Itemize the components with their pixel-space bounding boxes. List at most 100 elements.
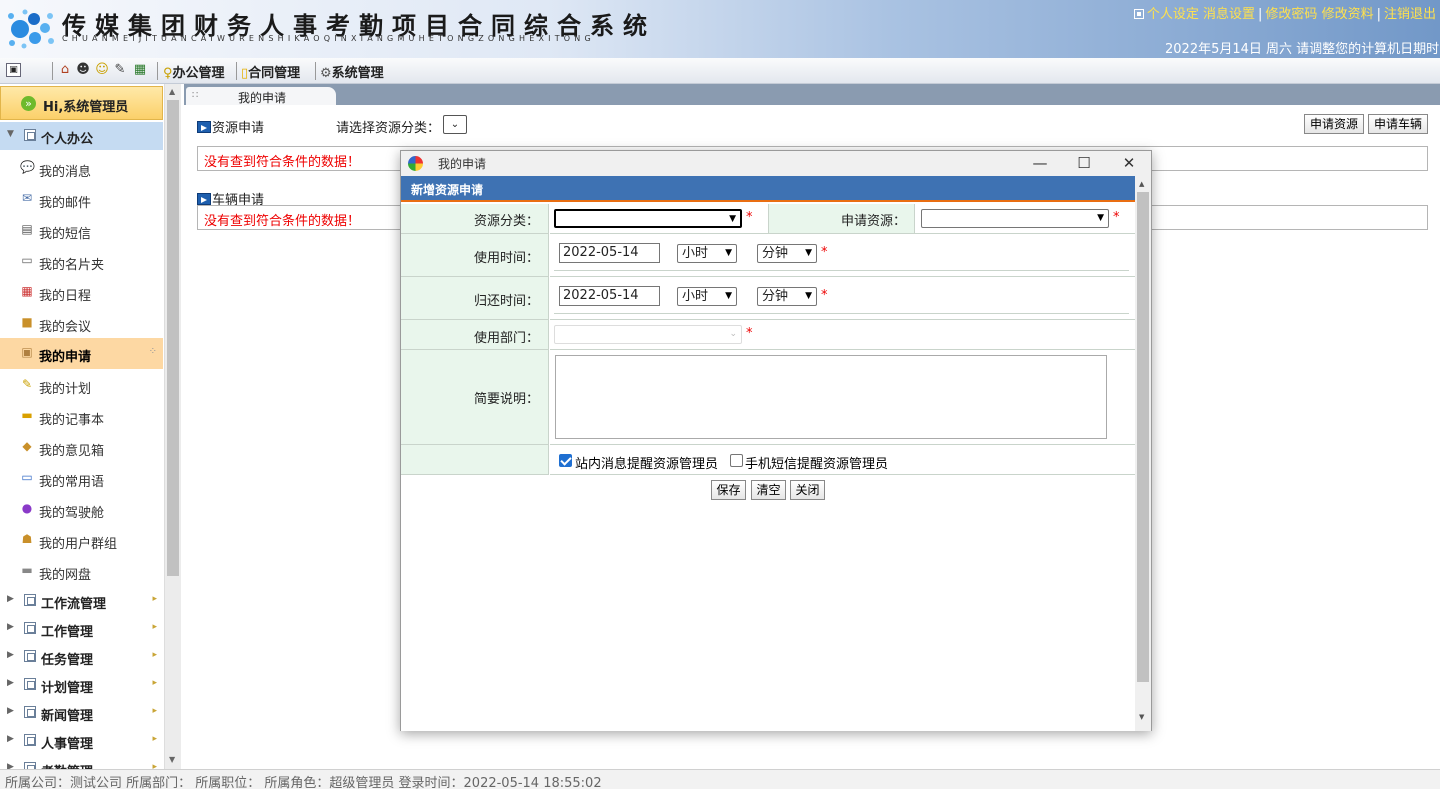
dialog-titlebar[interactable]: 我的申请 — ☐ ✕ <box>401 151 1151 176</box>
section-plan[interactable]: ▶ 计划管理 ▸ <box>0 671 163 699</box>
gear-icon: ⚙ <box>320 66 332 81</box>
sms-icon: ▤ <box>21 222 33 236</box>
clear-button[interactable]: 清空 <box>751 480 786 500</box>
group-icon: ☗ <box>21 532 33 546</box>
sidebar-item-suggestion[interactable]: ◆ 我的意见箱 <box>0 432 163 463</box>
sidebar-item-my-applications[interactable]: ▣ 我的申请 ⁘ <box>0 338 163 369</box>
meeting-icon: ■ <box>21 315 33 329</box>
edit-icon[interactable]: ✎ <box>112 62 128 78</box>
internal-notify-label[interactable]: 站内消息提醒资源管理员 <box>575 453 718 472</box>
section-news[interactable]: ▶ 新闻管理 ▸ <box>0 699 163 727</box>
toolbar-separator <box>52 62 53 80</box>
sidebar-item-mail[interactable]: ✉ 我的邮件 <box>0 184 163 215</box>
section-work[interactable]: ▶ 工作管理 ▸ <box>0 615 163 643</box>
tab-my-applications[interactable]: ∷ 我的申请 <box>186 87 336 105</box>
sidebar-item-notebook[interactable]: ▬ 我的记事本 <box>0 401 163 432</box>
arrow-right-icon <box>197 121 211 133</box>
sidebar-item-phrases[interactable]: ▭ 我的常用语 <box>0 463 163 494</box>
scroll-up-icon[interactable]: ▲ <box>1139 180 1144 188</box>
section-task[interactable]: ▶ 任务管理 ▸ <box>0 643 163 671</box>
section-icon <box>24 129 36 141</box>
drag-handle-icon[interactable]: ⁘ <box>149 346 157 357</box>
save-button[interactable]: 保存 <box>711 480 746 500</box>
internal-notify-checkbox[interactable] <box>559 454 572 467</box>
notebook-icon: ▬ <box>21 408 33 422</box>
change-password-link[interactable]: 修改密码 <box>1265 7 1317 22</box>
status-bar: 所属公司：测试公司 所属部门： 所属职位： 所属角色：超级管理员 登录时间：20… <box>0 769 1440 789</box>
menu-office[interactable]: ♀办公管理 <box>163 62 225 81</box>
section-personal-office[interactable]: ▼ 个人办公 <box>0 122 163 150</box>
scroll-down-icon[interactable]: ▼ <box>1139 713 1144 721</box>
expand-icon: ▸ <box>152 678 157 688</box>
use-minute-select[interactable]: 分钟 ▼ <box>757 244 817 263</box>
scroll-thumb[interactable] <box>1137 192 1149 682</box>
caret-down-icon: ▼ <box>7 129 14 139</box>
apply-resource-button[interactable]: 申请资源 <box>1304 114 1364 134</box>
return-minute-select[interactable]: 分钟 ▼ <box>757 287 817 306</box>
caret-right-icon: ▶ <box>7 734 14 744</box>
return-date-input[interactable]: 2022-05-14 <box>559 286 660 306</box>
message-settings-link[interactable]: 消息设置 <box>1203 7 1255 22</box>
menu-system[interactable]: ⚙系统管理 <box>320 62 384 81</box>
smiley-icon[interactable]: ☺ <box>94 62 110 78</box>
sidebar-toggle-icon[interactable]: ▣ <box>6 63 21 77</box>
caret-right-icon: ▶ <box>7 706 14 716</box>
close-icon[interactable]: ✕ <box>1116 153 1142 173</box>
required-mark: * <box>821 288 828 303</box>
notify-row: 站内消息提醒资源管理员 手机短信提醒资源管理员 <box>550 445 1135 475</box>
scroll-thumb[interactable] <box>167 100 179 576</box>
dialog-scrollbar[interactable]: ▲ ▼ <box>1135 176 1151 731</box>
sidebar-item-user-groups[interactable]: ☗ 我的用户群组 <box>0 525 163 556</box>
sidebar-item-meeting[interactable]: ■ 我的会议 <box>0 308 163 339</box>
section-hr[interactable]: ▶ 人事管理 ▸ <box>0 727 163 755</box>
section-attendance[interactable]: ▶考勤管理▸ <box>0 755 163 769</box>
chevron-down-icon: ▼ <box>1097 213 1104 223</box>
minimize-icon[interactable]: — <box>1027 153 1053 173</box>
sidebar-item-sms[interactable]: ▤ 我的短信 <box>0 215 163 246</box>
home-icon[interactable]: ⌂ <box>57 62 73 78</box>
scroll-up-icon[interactable]: ▲ <box>169 87 175 96</box>
section-icon <box>24 650 36 662</box>
plan-icon: ✎ <box>21 377 33 391</box>
mail-icon: ✉ <box>21 191 33 205</box>
chevron-down-icon: ▼ <box>725 291 732 301</box>
cardcase-icon: ▭ <box>21 253 33 267</box>
calendar-icon: ▦ <box>21 284 33 298</box>
calendar-icon[interactable]: ▦ <box>132 62 148 78</box>
user-status-icon: » <box>21 96 36 111</box>
use-hour-select[interactable]: 小时 ▼ <box>677 244 737 263</box>
sms-notify-label[interactable]: 手机短信提醒资源管理员 <box>745 453 888 472</box>
sidebar-item-cockpit[interactable]: ● 我的驾驶舱 <box>0 494 163 525</box>
resource-select[interactable]: ▼ <box>921 209 1109 228</box>
expand-icon: ▸ <box>152 622 157 632</box>
sidebar-item-cardcase[interactable]: ▭ 我的名片夹 <box>0 246 163 277</box>
resource-category-filter[interactable]: ⌄ <box>443 115 467 134</box>
menu-contract[interactable]: ▯合同管理 <box>241 62 300 81</box>
sidebar-item-netdisk[interactable]: ▬ 我的网盘 <box>0 556 163 587</box>
edit-profile-link[interactable]: 修改资料 <box>1322 7 1374 22</box>
logout-link[interactable]: 注销退出 <box>1384 7 1436 22</box>
sms-notify-checkbox[interactable] <box>730 454 743 467</box>
sidebar-item-messages[interactable]: 💬 我的消息 <box>0 153 163 184</box>
sidebar-item-plan[interactable]: ✎ 我的计划 <box>0 370 163 401</box>
sidebar-item-schedule[interactable]: ▦ 我的日程 <box>0 277 163 308</box>
return-hour-select[interactable]: 小时 ▼ <box>677 287 737 306</box>
tab-strip: ∷ 我的申请 <box>184 84 1440 105</box>
apply-vehicle-button[interactable]: 申请车辆 <box>1368 114 1428 134</box>
main-toolbar: ▣ ⌂ ☻ ☺ ✎ ▦ ♀办公管理 ▯合同管理 ⚙系统管理 <box>0 58 1440 84</box>
description-textarea[interactable] <box>555 355 1107 439</box>
department-row: ⌄ * <box>550 320 1135 350</box>
use-date-input[interactable]: 2022-05-14 <box>559 243 660 263</box>
sidebar-scrollbar[interactable]: ▲ ▼ <box>164 84 181 769</box>
section-workflow[interactable]: ▶ 工作流管理 ▸ <box>0 587 163 615</box>
department-select[interactable]: ⌄ <box>554 325 742 344</box>
category-select[interactable]: ▼ <box>554 209 742 228</box>
maximize-icon[interactable]: ☐ <box>1071 153 1097 173</box>
section-icon <box>24 706 36 718</box>
close-button[interactable]: 关闭 <box>790 480 825 500</box>
dialog-content: 新增资源申请 资源分类： ▼ * 申请资源： ▼ * 使用时间： 2022-05… <box>401 176 1135 731</box>
use-time-label: 使用时间： <box>401 234 549 277</box>
scroll-down-icon[interactable]: ▼ <box>169 755 175 764</box>
personal-settings-link[interactable]: 个人设定 <box>1147 7 1199 22</box>
user-icon[interactable]: ☻ <box>75 62 91 78</box>
